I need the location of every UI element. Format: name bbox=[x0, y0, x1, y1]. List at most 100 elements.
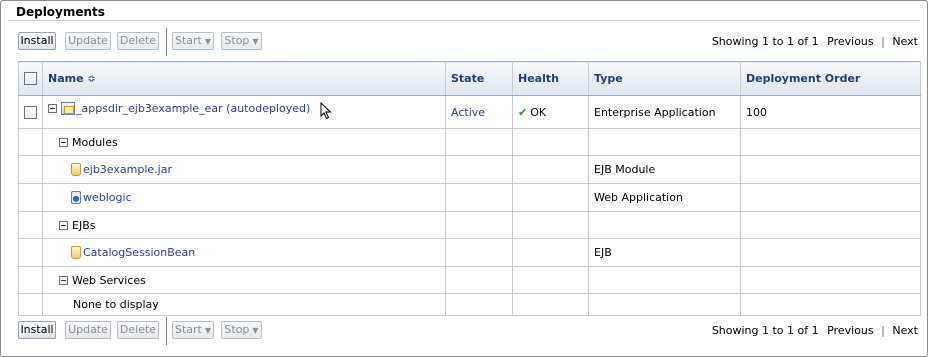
empty-cell bbox=[445, 211, 513, 239]
table-header-row: Name ≎ State Health Type Deployment Orde… bbox=[18, 61, 921, 96]
start-label: Start bbox=[174, 34, 202, 47]
chevron-down-icon: ▼ bbox=[252, 37, 259, 46]
panel-title: Deployments bbox=[16, 5, 105, 19]
collapse-icon[interactable] bbox=[59, 138, 68, 147]
empty-cell bbox=[588, 211, 741, 239]
empty-cell bbox=[512, 211, 589, 239]
empty-cell bbox=[512, 128, 589, 156]
empty-cell bbox=[740, 266, 921, 294]
modules-group-cell: Modules bbox=[42, 128, 446, 156]
name-header-label: Name bbox=[48, 72, 84, 85]
collapse-icon[interactable] bbox=[59, 221, 68, 230]
empty-cell bbox=[512, 155, 589, 184]
none-to-display-cell: None to display bbox=[42, 293, 446, 316]
app-state-cell: Active bbox=[445, 95, 513, 129]
install-button[interactable]: Install bbox=[18, 32, 56, 50]
pager: Showing 1 to 1 of 1 Previous | Next bbox=[712, 35, 918, 48]
empty-cell bbox=[740, 211, 921, 239]
module-name-cell: ejb3example.jar bbox=[42, 155, 446, 184]
stop-dropdown-button[interactable]: Stop ▼ bbox=[221, 321, 262, 339]
pager-status: Showing 1 to 1 of 1 bbox=[711, 324, 819, 337]
collapse-icon[interactable] bbox=[48, 104, 57, 113]
start-dropdown-button[interactable]: Start ▼ bbox=[172, 321, 214, 339]
empty-cell bbox=[740, 128, 921, 156]
app-name-link[interactable]: _appsdir_ejb3example_ear (autodeployed) bbox=[76, 102, 310, 115]
chevron-down-icon: ▼ bbox=[204, 326, 212, 335]
webservices-label: Web Services bbox=[72, 273, 146, 287]
row-checkbox[interactable] bbox=[24, 105, 37, 119]
column-header-health[interactable]: Health bbox=[512, 61, 589, 96]
empty-cell bbox=[18, 155, 43, 184]
pager-divider: | bbox=[881, 35, 885, 48]
webservices-group-cell: Web Services bbox=[42, 266, 446, 294]
previous-link[interactable]: Previous bbox=[827, 324, 874, 337]
stop-label: Stop bbox=[224, 323, 250, 336]
module-type-cell: EJB Module bbox=[588, 155, 741, 184]
column-header-state[interactable]: State bbox=[445, 61, 513, 96]
table-row: None to display bbox=[18, 293, 921, 316]
update-button[interactable]: Update bbox=[65, 32, 111, 50]
column-header-type[interactable]: Type bbox=[588, 61, 741, 96]
web-module-icon bbox=[71, 191, 81, 205]
select-all-cell bbox=[18, 61, 43, 96]
select-all-checkbox[interactable] bbox=[24, 72, 37, 86]
app-health-cell: ✔ OK bbox=[512, 95, 589, 129]
empty-cell bbox=[18, 128, 43, 156]
collapse-icon[interactable] bbox=[59, 276, 68, 285]
delete-button[interactable]: Delete bbox=[117, 32, 159, 50]
empty-cell bbox=[445, 238, 513, 267]
empty-cell bbox=[18, 266, 43, 294]
stop-dropdown-button[interactable]: Stop ▼ bbox=[221, 32, 262, 50]
pager-divider: | bbox=[881, 324, 885, 337]
stop-label: Stop bbox=[224, 34, 250, 47]
title-divider bbox=[8, 20, 920, 21]
module-name-cell: weblogic bbox=[42, 183, 446, 212]
ejb-name-link[interactable]: CatalogSessionBean bbox=[83, 246, 195, 259]
next-link[interactable]: Next bbox=[892, 324, 918, 337]
empty-cell bbox=[445, 293, 513, 316]
next-link[interactable]: Next bbox=[892, 35, 918, 48]
empty-cell bbox=[588, 266, 741, 294]
column-header-name[interactable]: Name ≎ bbox=[42, 61, 446, 96]
update-button[interactable]: Update bbox=[65, 321, 111, 339]
empty-cell bbox=[588, 293, 741, 316]
start-label: Start bbox=[174, 323, 202, 336]
deployments-table: Name ≎ State Health Type Deployment Orde… bbox=[18, 61, 921, 316]
app-state-link[interactable]: Active bbox=[451, 106, 485, 119]
empty-cell bbox=[512, 183, 589, 212]
row-select-cell bbox=[18, 95, 43, 129]
empty-cell bbox=[740, 183, 921, 212]
ejb-name-cell: CatalogSessionBean bbox=[42, 238, 446, 267]
start-dropdown-button[interactable]: Start ▼ bbox=[172, 32, 214, 50]
install-button[interactable]: Install bbox=[18, 321, 56, 339]
empty-cell bbox=[740, 238, 921, 267]
table-row: Web Services bbox=[18, 266, 921, 294]
empty-cell bbox=[588, 128, 741, 156]
empty-cell bbox=[445, 128, 513, 156]
app-name-cell: _appsdir_ejb3example_ear (autodeployed) bbox=[42, 95, 446, 129]
table-row: Modules bbox=[18, 128, 921, 156]
previous-link[interactable]: Previous bbox=[827, 35, 874, 48]
empty-cell bbox=[512, 266, 589, 294]
table-row: EJBs bbox=[18, 211, 921, 239]
empty-cell bbox=[445, 155, 513, 184]
jar-icon bbox=[71, 163, 81, 177]
sort-ascending-icon[interactable]: ≎ bbox=[87, 74, 95, 85]
toolbar-bottom: Install Update Delete Start ▼ Stop ▼ Showi… bbox=[18, 317, 920, 345]
toolbar-top: Install Update Delete Start ▼ Stop ▼ Showi… bbox=[18, 28, 920, 56]
empty-cell bbox=[18, 211, 43, 239]
pager: Showing 1 to 1 of 1 Previous | Next bbox=[712, 324, 918, 337]
delete-button[interactable]: Delete bbox=[117, 321, 159, 339]
table-row: _appsdir_ejb3example_ear (autodeployed) … bbox=[18, 95, 921, 129]
checkmark-icon: ✔ bbox=[518, 105, 528, 119]
pager-status: Showing 1 to 1 of 1 bbox=[711, 35, 819, 48]
app-type-cell: Enterprise Application bbox=[588, 95, 741, 129]
module-name-link[interactable]: weblogic bbox=[83, 191, 132, 204]
empty-cell bbox=[18, 183, 43, 212]
ejbs-group-cell: EJBs bbox=[42, 211, 446, 239]
column-header-deployment-order[interactable]: Deployment Order bbox=[740, 61, 921, 96]
module-name-link[interactable]: ejb3example.jar bbox=[83, 163, 172, 176]
table-row: ejb3example.jar EJB Module bbox=[18, 155, 921, 184]
modules-label: Modules bbox=[72, 135, 118, 149]
empty-cell bbox=[512, 238, 589, 267]
